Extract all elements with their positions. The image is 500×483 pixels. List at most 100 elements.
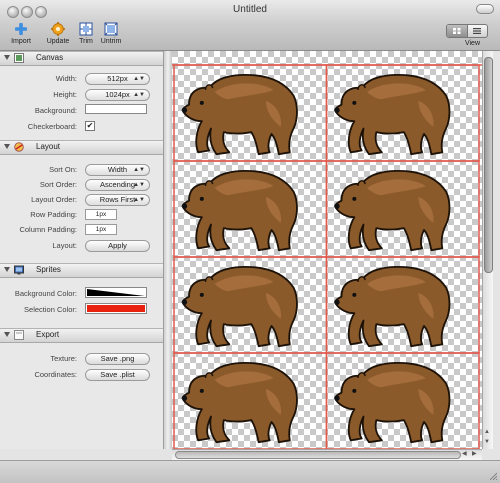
popup-arrows-icon: ▲▼	[133, 167, 145, 173]
canvas-section-header[interactable]: Canvas	[0, 51, 163, 66]
view-mode-segmented-control[interactable]	[446, 24, 488, 38]
checkerboard-row: Checkerboard: ✔	[0, 120, 163, 133]
coordinates-label: Coordinates:	[34, 370, 77, 379]
selection-color-well[interactable]	[85, 303, 147, 314]
disclosure-triangle-icon[interactable]	[4, 144, 10, 149]
trim-label: Trim	[79, 38, 93, 45]
layout-order-popup[interactable]: Rows First ▲▼	[85, 194, 150, 206]
background-color-well[interactable]	[85, 104, 147, 114]
canvas-section-title: Canvas	[36, 53, 64, 62]
checkerboard-label: Checkerboard:	[27, 122, 77, 131]
sort-order-row: Sort Order: Ascending ▲▼	[0, 178, 163, 191]
list-view-segment[interactable]	[467, 25, 487, 37]
background-row: Background:	[0, 104, 163, 117]
layout-order-row: Layout Order: Rows First ▲▼	[0, 193, 163, 206]
background-color-swatch	[87, 106, 145, 112]
update-button[interactable]: Update	[44, 22, 72, 45]
view-label: View	[464, 40, 480, 47]
background-color-label: Background Color:	[14, 289, 77, 298]
apply-layout-row: Layout: Apply	[0, 239, 163, 252]
row-padding-row: Row Padding: 1px	[0, 208, 163, 221]
sort-on-value: Width	[107, 165, 128, 174]
layout-order-value: Rows First	[99, 195, 136, 204]
toolbar-toggle-button[interactable]	[476, 4, 494, 14]
layout-order-label: Layout Order:	[31, 195, 77, 204]
untrim-label: Untrim	[100, 38, 122, 45]
scroll-right-arrow-icon[interactable]: ▶	[472, 450, 477, 457]
sprites-section-header[interactable]: Sprites	[0, 263, 163, 278]
trim-icon	[79, 22, 93, 36]
layout-settings-icon	[14, 142, 24, 152]
selection-color-swatch	[87, 305, 145, 312]
import-label: Import	[11, 38, 31, 45]
save-plist-button[interactable]: Save .plist	[85, 369, 150, 381]
column-padding-label: Column Padding:	[19, 225, 77, 234]
disclosure-triangle-icon[interactable]	[4, 332, 10, 337]
grid-view-icon	[453, 28, 461, 34]
popup-arrows-icon: ▲▼	[133, 197, 145, 203]
transparent-color-swatch	[87, 289, 145, 296]
vertical-scrollbar[interactable]: ▲ ▼	[482, 51, 493, 449]
canvas-settings-icon	[14, 53, 24, 63]
sprite-sheet	[172, 51, 482, 449]
sort-order-popup[interactable]: Ascending ▲▼	[85, 179, 150, 191]
gear-icon	[51, 22, 65, 36]
width-row: Width: 512px ▲▼	[0, 72, 163, 85]
layout-section-header[interactable]: Layout	[0, 140, 163, 155]
update-label: Update	[46, 38, 70, 45]
resize-grip-icon[interactable]	[489, 472, 497, 480]
background-color-row: Background Color:	[0, 287, 163, 300]
width-popup[interactable]: 512px ▲▼	[85, 73, 150, 85]
horizontal-scroll-thumb[interactable]	[175, 451, 461, 459]
height-row: Height: 1024px ▲▼	[0, 88, 163, 101]
app-window: Untitled Import Update Trim Untrim View …	[0, 0, 500, 483]
background-color-well[interactable]	[85, 287, 147, 298]
layout-label: Layout:	[52, 241, 77, 250]
popup-arrows-icon: ▲▼	[133, 182, 145, 188]
export-section-header[interactable]: Export	[0, 328, 163, 343]
sort-order-label: Sort Order:	[39, 180, 77, 189]
export-settings-icon	[14, 330, 24, 340]
grid-view-segment[interactable]	[447, 25, 468, 37]
scroll-left-arrow-icon[interactable]: ◀	[462, 450, 467, 457]
disclosure-triangle-icon[interactable]	[4, 55, 10, 60]
disclosure-triangle-icon[interactable]	[4, 267, 10, 272]
plus-icon	[15, 23, 27, 35]
sort-on-label: Sort On:	[49, 165, 77, 174]
save-png-button[interactable]: Save .png	[85, 353, 150, 365]
selection-color-row: Selection Color:	[0, 303, 163, 316]
untrim-button[interactable]: Untrim	[98, 22, 124, 45]
checkerboard-checkbox[interactable]: ✔	[85, 121, 95, 131]
texture-row: Texture: Save .png	[0, 352, 163, 365]
vertical-scroll-thumb[interactable]	[484, 57, 493, 273]
sort-on-row: Sort On: Width ▲▼	[0, 163, 163, 176]
sort-on-popup[interactable]: Width ▲▼	[85, 164, 150, 176]
horizontal-scrollbar[interactable]: ◀ ▶	[172, 449, 482, 460]
sprites-settings-icon	[14, 265, 24, 275]
trim-button[interactable]: Trim	[76, 22, 96, 45]
coordinates-row: Coordinates: Save .plist	[0, 368, 163, 381]
background-label: Background:	[34, 106, 77, 115]
status-bar	[0, 460, 500, 483]
texture-label: Texture:	[50, 354, 77, 363]
width-label: Width:	[55, 74, 77, 83]
height-popup[interactable]: 1024px ▲▼	[85, 89, 150, 101]
scroll-up-arrow-icon[interactable]: ▲	[484, 429, 490, 435]
selection-color-label: Selection Color:	[24, 305, 77, 314]
scroll-down-arrow-icon[interactable]: ▼	[484, 439, 490, 445]
height-value: 1024px	[105, 90, 130, 99]
import-button[interactable]: Import	[8, 22, 34, 45]
column-padding-input[interactable]: 1px	[85, 224, 117, 235]
window-title: Untitled	[233, 4, 267, 15]
untrim-icon	[104, 22, 118, 36]
settings-panel: Canvas Width: 512px ▲▼ Height: 1024px ▲▼ B…	[0, 51, 163, 449]
popup-arrows-icon: ▲▼	[133, 92, 145, 98]
apply-button[interactable]: Apply	[85, 240, 150, 252]
sprite-sheet-canvas[interactable]	[172, 51, 482, 449]
width-value: 512px	[107, 74, 128, 83]
height-label: Height:	[53, 90, 77, 99]
popup-arrows-icon: ▲▼	[133, 76, 145, 82]
sort-order-value: Ascending	[99, 180, 136, 189]
row-padding-input[interactable]: 1px	[85, 209, 117, 220]
export-section-title: Export	[36, 330, 60, 339]
